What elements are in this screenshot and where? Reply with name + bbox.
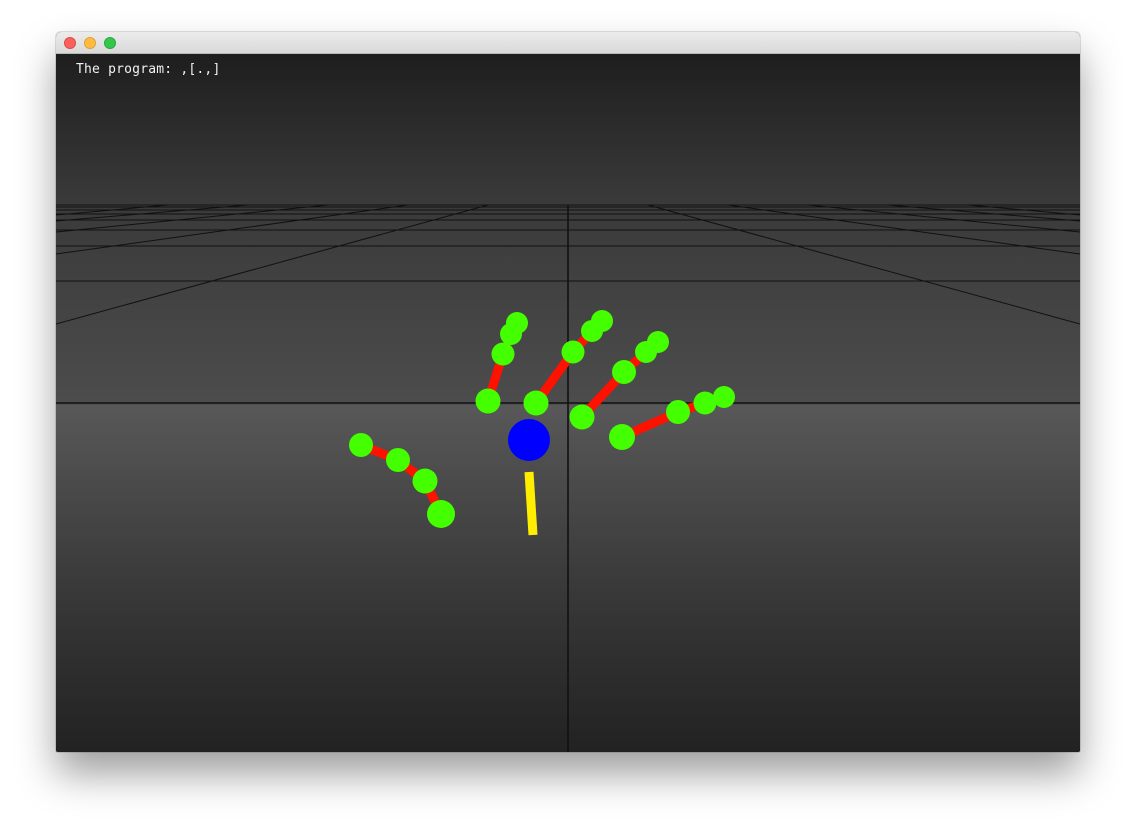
palm-sphere xyxy=(508,419,550,461)
arm-bone xyxy=(524,471,538,536)
joint xyxy=(475,388,501,414)
joint xyxy=(591,310,613,332)
zoom-button[interactable] xyxy=(104,37,116,49)
joint xyxy=(612,360,636,384)
grid-line xyxy=(807,204,1080,233)
joint xyxy=(561,340,585,364)
grid-line xyxy=(647,204,1080,325)
joint xyxy=(693,391,717,415)
3d-viewport[interactable]: The program: ,[.,] xyxy=(56,54,1080,752)
hand-scene xyxy=(56,204,1080,752)
joint xyxy=(523,390,549,416)
joint xyxy=(386,448,410,472)
joint xyxy=(713,386,735,408)
finger-joints xyxy=(349,310,735,528)
app-window: The program: ,[.,] xyxy=(56,32,1080,752)
grid-line xyxy=(56,204,489,325)
close-button[interactable] xyxy=(64,37,76,49)
joint xyxy=(349,433,373,457)
floor-grid xyxy=(56,204,1080,752)
joint xyxy=(647,331,669,353)
joint xyxy=(412,468,438,494)
joint xyxy=(491,342,515,366)
joint xyxy=(427,500,455,528)
grid-line xyxy=(56,204,329,233)
program-text: The program: ,[.,] xyxy=(76,62,221,77)
joint xyxy=(609,424,635,450)
title-bar xyxy=(56,32,1080,54)
minimize-button[interactable] xyxy=(84,37,96,49)
joint xyxy=(666,400,690,424)
joint xyxy=(506,312,528,334)
joint xyxy=(569,404,595,430)
